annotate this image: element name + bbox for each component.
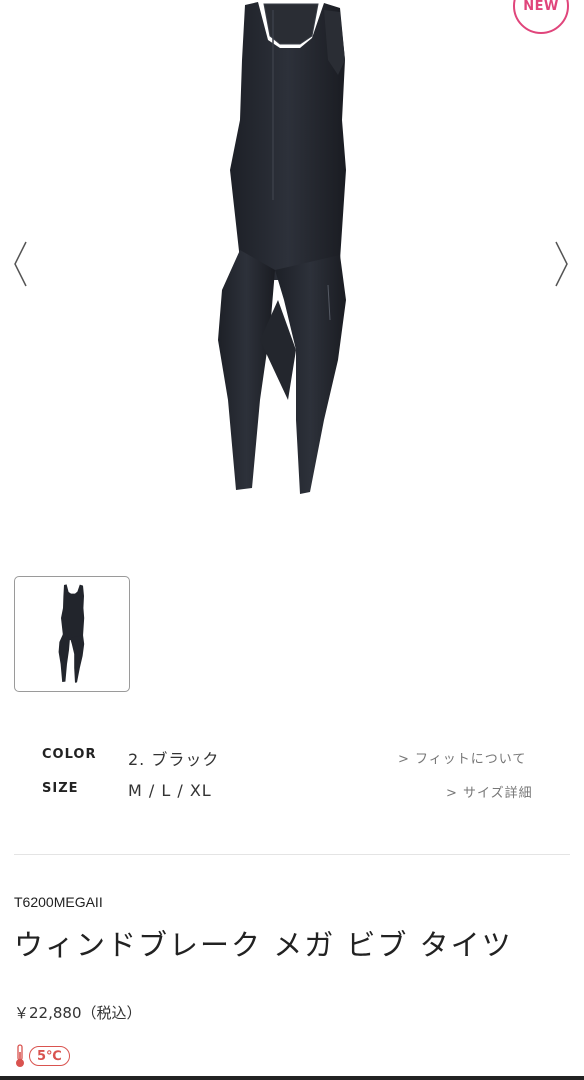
- new-badge: NEW: [513, 0, 569, 34]
- product-model-number: T6200MEGAII: [14, 894, 103, 910]
- size-value: M / L / XL: [128, 781, 212, 800]
- color-label: COLOR: [42, 747, 97, 762]
- temperature-rating: 5℃: [14, 1044, 70, 1068]
- size-label: SIZE: [42, 781, 79, 796]
- next-image-button[interactable]: [552, 240, 572, 288]
- bib-tights-image: [218, 2, 346, 494]
- size-details-link[interactable]: > サイズ詳細: [446, 782, 533, 801]
- product-hero-image[interactable]: NEW: [0, 0, 584, 540]
- chevron-left-icon: [14, 241, 27, 287]
- temperature-badge: 5℃: [29, 1046, 70, 1066]
- color-value: 2. ブラック: [128, 750, 220, 769]
- fit-info-link[interactable]: > フィットについて: [398, 748, 526, 767]
- product-title: ウィンドブレーク メガ ビブ タイツ: [14, 928, 513, 962]
- thermometer-icon: [16, 1044, 24, 1067]
- chevron-right-icon: [555, 241, 568, 287]
- thumbnail-image: [58, 584, 85, 683]
- prev-image-button[interactable]: [12, 240, 32, 288]
- thumbnail-1[interactable]: [14, 576, 130, 692]
- product-price: ￥22,880（税込）: [14, 1004, 142, 1022]
- section-divider: [14, 854, 570, 855]
- bottom-bar: [0, 1076, 584, 1080]
